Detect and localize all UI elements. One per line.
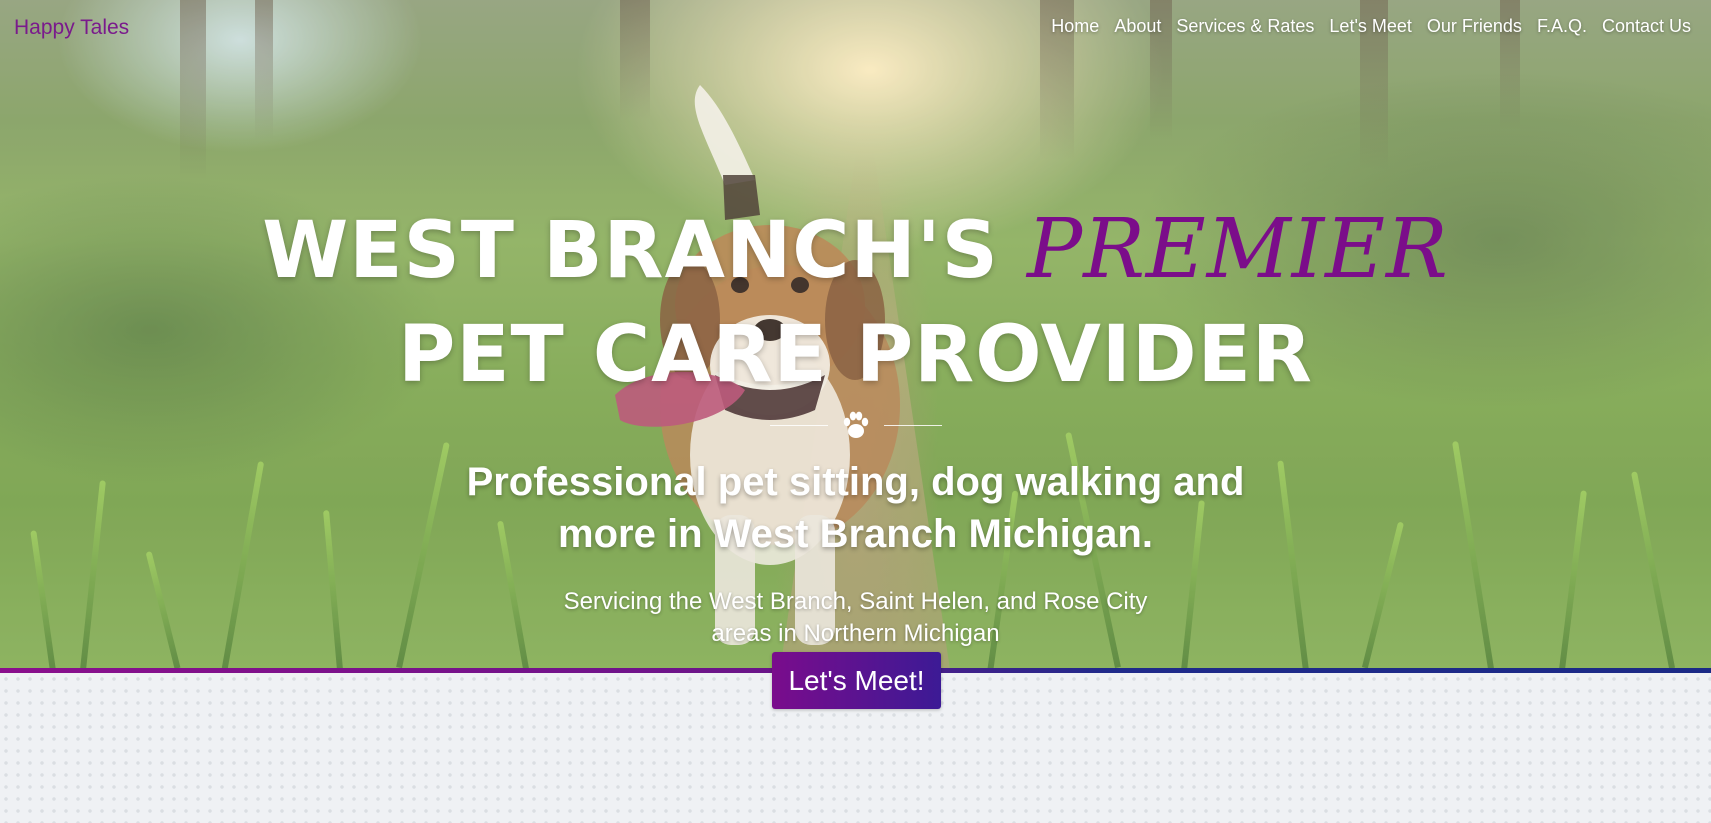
headline-highlight: PREMIER [1027, 202, 1449, 297]
subhead-line-1: Professional pet sitting, dog walking an… [466, 460, 1245, 504]
service-line-2: areas in Northern Michigan [711, 620, 1000, 647]
headline-part-1: WEST BRANCH'S [262, 206, 999, 296]
headline-line-2: PET CARE PROVIDER [398, 310, 1313, 400]
hero-subheading: Professional pet sitting, dog walking an… [0, 456, 1711, 560]
nav-link-home[interactable]: Home [1051, 16, 1099, 37]
divider-line-right [884, 425, 942, 426]
hero-headline: WEST BRANCH'S PREMIER PET CARE PROVIDER [0, 198, 1711, 407]
subhead-line-2: more in West Branch Michigan. [558, 512, 1153, 556]
nav-link-faq[interactable]: F.A.Q. [1537, 16, 1587, 37]
headline-divider [770, 410, 942, 440]
nav-link-lets-meet[interactable]: Let's Meet [1329, 16, 1411, 37]
nav-link-our-friends[interactable]: Our Friends [1427, 16, 1522, 37]
headline-line-1: WEST BRANCH'S PREMIER [0, 198, 1711, 303]
site-logo-link[interactable]: Happy Tales [14, 16, 129, 40]
divider-line-left [770, 425, 828, 426]
paw-icon [843, 411, 869, 438]
main-navigation: Home About Services & Rates Let's Meet O… [1051, 16, 1691, 37]
service-area-text: Servicing the West Branch, Saint Helen, … [0, 586, 1711, 650]
nav-link-about[interactable]: About [1114, 16, 1161, 37]
service-line-1: Servicing the West Branch, Saint Helen, … [563, 588, 1148, 615]
nav-link-contact-us[interactable]: Contact Us [1602, 16, 1691, 37]
lets-meet-button[interactable]: Let's Meet! [772, 652, 941, 709]
nav-link-services-rates[interactable]: Services & Rates [1176, 16, 1314, 37]
